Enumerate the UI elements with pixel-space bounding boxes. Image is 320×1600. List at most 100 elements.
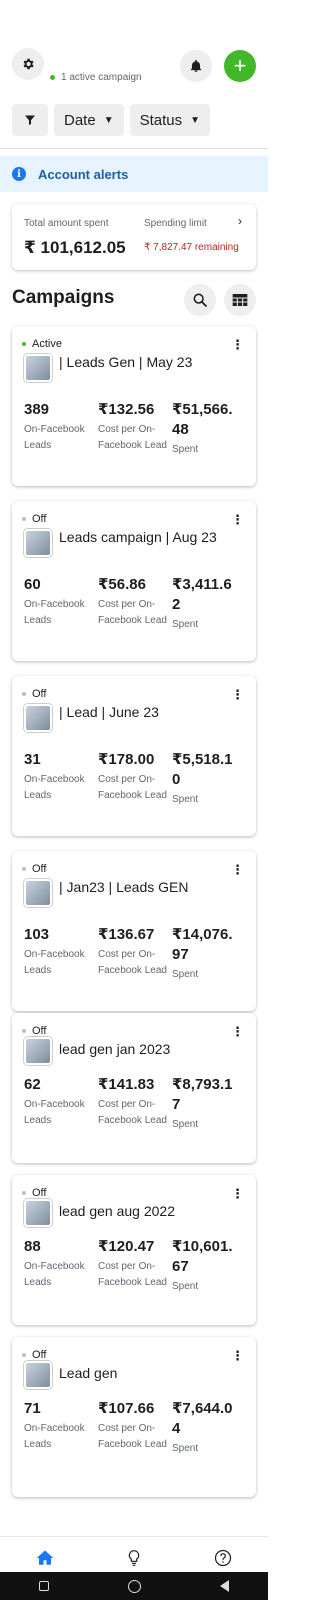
- campaign-card[interactable]: Off ⋮ lead gen aug 2022 88 On-Facebook Leads…: [12, 1175, 256, 1325]
- campaign-status: Off: [22, 688, 46, 700]
- cost-value: ₹132.56: [98, 401, 155, 418]
- cost-metric: ₹178.00 Cost per On-Facebook Lead: [98, 750, 168, 804]
- back-button[interactable]: [219, 1580, 229, 1592]
- date-filter[interactable]: Date ▼: [54, 104, 124, 136]
- status-filter-label: Status: [139, 111, 183, 129]
- campaign-status-label: Off: [32, 513, 47, 525]
- spent-metric: ₹14,076.97 Spent: [172, 925, 238, 983]
- leads-metric: 71 On-Facebook Leads: [24, 1399, 92, 1453]
- campaign-thumbnail: [24, 879, 52, 907]
- campaign-status-label: Off: [32, 863, 47, 875]
- campaign-card[interactable]: Off ⋮ lead gen jan 2023 62 On-Facebook Leads…: [12, 1013, 256, 1163]
- divider: [0, 148, 268, 149]
- home-icon: [36, 1550, 53, 1565]
- campaign-card[interactable]: Off ⋮ Lead gen 71 On-Facebook Leads ₹107.66 Co…: [12, 1337, 256, 1497]
- campaign-status-label: Active: [32, 338, 62, 350]
- campaign-card[interactable]: Active ⋮ | Leads Gen | May 23 389 On-Faceboo…: [12, 326, 256, 486]
- spent-label: Spent: [172, 619, 199, 630]
- leads-label: On-Facebook Leads: [24, 1261, 85, 1288]
- campaign-name: | Lead | June 23: [59, 704, 159, 720]
- leads-value: 60: [24, 576, 41, 593]
- campaign-name: lead gen jan 2023: [59, 1041, 171, 1057]
- chevron-right-icon: ›: [238, 214, 242, 228]
- caret-down-icon: ▼: [190, 114, 201, 126]
- leads-value: 31: [24, 751, 41, 768]
- account-alerts-banner[interactable]: i Account alerts: [0, 156, 268, 192]
- status-dot: [22, 517, 26, 521]
- leads-value: 88: [24, 1238, 41, 1255]
- leads-label: On-Facebook Leads: [24, 1099, 85, 1126]
- bell-icon: [190, 59, 202, 72]
- more-options-icon[interactable]: ⋮: [231, 338, 244, 351]
- cost-label: Cost per On-Facebook Lead: [98, 774, 167, 801]
- search-button[interactable]: [184, 284, 216, 316]
- nav-ideas[interactable]: [114, 1540, 154, 1576]
- active-dot: [50, 75, 55, 80]
- campaign-status: Active: [22, 338, 62, 350]
- spent-value: ₹14,076.97: [172, 926, 233, 963]
- spending-limit-label: Spending limit: [144, 218, 207, 229]
- recents-button[interactable]: [39, 1581, 50, 1591]
- table-view-button[interactable]: [224, 284, 256, 316]
- more-options-icon[interactable]: ⋮: [231, 1349, 244, 1362]
- cost-label: Cost per On-Facebook Lead: [98, 424, 167, 451]
- campaign-thumbnail: [24, 1199, 52, 1227]
- campaign-card[interactable]: Off ⋮ | Jan23 | Leads GEN 103 On-Facebook Le…: [12, 851, 256, 1011]
- status-dot: [22, 1353, 26, 1357]
- spent-value: ₹10,601.67: [172, 1238, 233, 1275]
- leads-label: On-Facebook Leads: [24, 424, 85, 451]
- cost-value: ₹120.47: [98, 1238, 155, 1255]
- more-options-icon[interactable]: ⋮: [231, 1025, 244, 1038]
- status-dot: [22, 867, 26, 871]
- more-options-icon[interactable]: ⋮: [231, 1187, 244, 1200]
- leads-label: On-Facebook Leads: [24, 949, 85, 976]
- cost-metric: ₹136.67 Cost per On-Facebook Lead: [98, 925, 168, 979]
- filter-button[interactable]: [12, 104, 48, 136]
- spend-summary-card[interactable]: Total amount spent ₹ 101,612.05 Spending…: [12, 204, 256, 270]
- status-filter[interactable]: Status ▼: [129, 104, 211, 136]
- lightbulb-icon: [128, 1549, 140, 1566]
- spent-value: ₹7,644.04: [172, 1400, 233, 1437]
- campaign-thumbnail: [24, 529, 52, 557]
- more-options-icon[interactable]: ⋮: [231, 863, 244, 876]
- date-filter-label: Date: [64, 111, 96, 129]
- status-dot: [22, 1191, 26, 1195]
- cost-value: ₹107.66: [98, 1400, 155, 1417]
- cost-value: ₹178.00: [98, 751, 155, 768]
- leads-value: 103: [24, 926, 50, 943]
- cost-metric: ₹132.56 Cost per On-Facebook Lead: [98, 400, 168, 454]
- campaign-status-label: Off: [32, 1187, 47, 1199]
- settings-button[interactable]: [12, 48, 44, 80]
- leads-metric: 31 On-Facebook Leads: [24, 750, 92, 804]
- leads-metric: 62 On-Facebook Leads: [24, 1075, 92, 1129]
- campaign-card[interactable]: Off ⋮ Leads campaign | Aug 23 60 On-Facebook…: [12, 501, 256, 661]
- leads-label: On-Facebook Leads: [24, 599, 85, 626]
- caret-down-icon: ▼: [103, 114, 114, 126]
- cost-label: Cost per On-Facebook Lead: [98, 949, 167, 976]
- spent-metric: ₹10,601.67 Spent: [172, 1237, 238, 1295]
- spent-label: Spent: [172, 1119, 199, 1130]
- leads-metric: 389 On-Facebook Leads: [24, 400, 92, 454]
- cost-label: Cost per On-Facebook Lead: [98, 1261, 167, 1288]
- system-navigation-bar: [0, 1572, 268, 1600]
- add-campaign-button[interactable]: +: [224, 50, 256, 82]
- cost-value: ₹141.83: [98, 1076, 155, 1093]
- nav-home[interactable]: [25, 1540, 65, 1576]
- more-options-icon[interactable]: ⋮: [231, 688, 244, 701]
- home-system-button[interactable]: [127, 1579, 141, 1593]
- plus-icon: +: [233, 53, 247, 78]
- notifications-button[interactable]: [180, 50, 212, 82]
- more-options-icon[interactable]: ⋮: [231, 513, 244, 526]
- spent-value: ₹5,518.10: [172, 751, 233, 788]
- leads-value: 62: [24, 1076, 41, 1093]
- campaign-status-label: Off: [32, 688, 47, 700]
- filter-bar: Date ▼ Status ▼: [12, 104, 211, 136]
- cost-metric: ₹141.83 Cost per On-Facebook Lead: [98, 1075, 168, 1129]
- leads-metric: 88 On-Facebook Leads: [24, 1237, 92, 1291]
- nav-help[interactable]: [203, 1540, 243, 1576]
- campaign-status: Off: [22, 1349, 46, 1361]
- info-icon: i: [12, 167, 26, 181]
- total-spent-value: ₹ 101,612.05: [24, 238, 126, 257]
- campaign-card[interactable]: Off ⋮ | Lead | June 23 31 On-Facebook Leads ₹…: [12, 676, 256, 836]
- table-icon: [232, 294, 248, 306]
